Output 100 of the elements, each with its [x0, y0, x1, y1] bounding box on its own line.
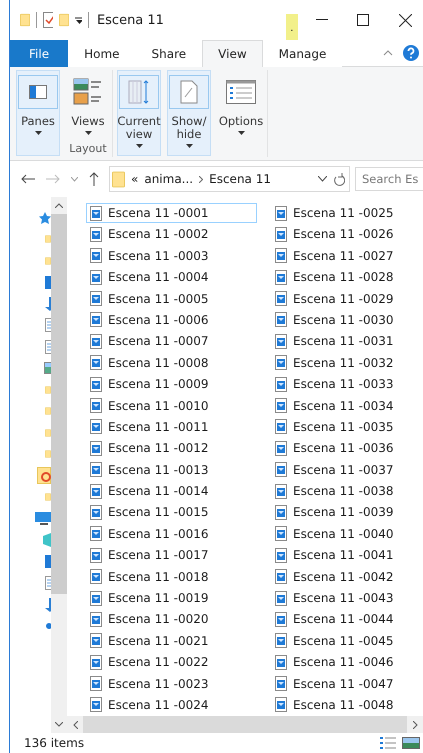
ribbon-tab[interactable]: Manage: [262, 40, 342, 67]
image-file-icon: [275, 334, 287, 349]
breadcrumb[interactable]: Escena 11: [209, 172, 271, 186]
file-item[interactable]: Escena 11 -0008: [86, 352, 257, 373]
image-file-icon: [90, 376, 102, 392]
file-item[interactable]: Escena 11 -0032: [271, 352, 423, 373]
file-item[interactable]: Escena 11 -0027: [271, 246, 423, 266]
file-item[interactable]: Escena 11 -0047: [271, 674, 423, 694]
dropdown-icon[interactable]: [75, 16, 82, 24]
file-item[interactable]: Escena 11 -0043: [271, 588, 423, 608]
image-file-icon: [90, 697, 102, 712]
file-item[interactable]: Escena 11 -0041: [271, 545, 423, 566]
book-icon[interactable]: [45, 555, 51, 568]
file-item[interactable]: Escena 11 -0017: [86, 545, 257, 566]
file-name: Escena 11 -0044: [293, 612, 394, 626]
ribbon-button[interactable]: Show/ hide: [167, 70, 211, 156]
help-icon[interactable]: [403, 45, 419, 61]
file-item[interactable]: Escena 11 -0029: [271, 288, 423, 309]
ribbon-button[interactable]: Panes: [16, 70, 60, 156]
file-item[interactable]: Escena 11 -0035: [271, 416, 423, 437]
file-name: Escena 11 -0023: [108, 676, 209, 691]
file-item[interactable]: Escena 11 -0023: [86, 674, 257, 694]
file-item[interactable]: Escena 11 -0012: [86, 438, 257, 458]
caret-right-icon: [412, 720, 418, 728]
file-item[interactable]: Escena 11 -0034: [271, 396, 423, 416]
file-name: Escena 11 -0010: [108, 398, 209, 413]
file-item[interactable]: Escena 11 -0001: [86, 203, 257, 223]
file-item[interactable]: Escena 11 -0040: [271, 524, 423, 544]
recent-dropdown-button[interactable]: [68, 176, 81, 182]
file-name: Escena 11 -0034: [293, 398, 394, 413]
file-item[interactable]: Escena 11 -0045: [271, 630, 423, 651]
breadcrumb[interactable]: anima...: [144, 172, 194, 186]
file-item[interactable]: Escena 11 -0004: [86, 267, 257, 288]
cloud-folder-icon[interactable]: [37, 467, 51, 484]
file-item[interactable]: Escena 11 -0037: [271, 460, 423, 480]
file-name: Escena 11 -0020: [108, 612, 209, 626]
file-item[interactable]: Escena 11 -0024: [86, 694, 257, 715]
file-item[interactable]: Escena 11 -0006: [86, 310, 257, 330]
file-item[interactable]: Escena 11 -0042: [271, 566, 423, 587]
collapse-ribbon-icon[interactable]: [383, 50, 393, 56]
image-file-icon: [275, 548, 287, 563]
file-item[interactable]: Escena 11 -0013: [86, 460, 257, 480]
file-item[interactable]: Escena 11 -0039: [271, 502, 423, 522]
file-item[interactable]: Escena 11 -0030: [271, 310, 423, 330]
star-icon[interactable]: [39, 212, 51, 224]
file-item[interactable]: Escena 11 -0046: [271, 652, 423, 672]
file-name: Escena 11 -0006: [108, 312, 209, 327]
file-name: Escena 11 -0036: [293, 441, 394, 456]
ribbon-tab[interactable]: View: [202, 40, 263, 67]
options-icon: [226, 80, 256, 104]
ribbon-button[interactable]: Options: [217, 70, 265, 140]
file-item[interactable]: Escena 11 -0019: [86, 588, 257, 608]
file-name: Escena 11 -0031: [293, 334, 394, 348]
image-file-icon: [90, 206, 102, 220]
file-item[interactable]: Escena 11 -0028: [271, 267, 423, 288]
network-icon[interactable]: [45, 623, 51, 630]
address-field[interactable]: « anima... Escena 11: [109, 166, 350, 192]
file-item[interactable]: Escena 11 -0044: [271, 609, 423, 630]
overflow-crumb[interactable]: «: [131, 172, 138, 186]
computer-icon[interactable]: [35, 512, 51, 526]
file-item[interactable]: Escena 11 -0010: [86, 396, 257, 416]
refresh-icon[interactable]: [333, 172, 345, 186]
file-item[interactable]: Escena 11 -0003: [86, 246, 257, 266]
file-item[interactable]: Escena 11 -0020: [86, 609, 257, 630]
properties-icon[interactable]: [42, 12, 54, 28]
details-view-button[interactable]: [377, 737, 399, 749]
file-name: Escena 11 -0003: [108, 248, 209, 263]
file-item[interactable]: Escena 11 -0038: [271, 481, 423, 502]
file-name: Escena 11 -0042: [293, 570, 394, 584]
file-item[interactable]: Escena 11 -0009: [86, 374, 257, 394]
ribbon-button[interactable]: Current view: [117, 70, 161, 156]
file-item[interactable]: Escena 11 -0002: [86, 224, 257, 244]
file-item[interactable]: Escena 11 -0015: [86, 502, 257, 522]
search-field[interactable]: Search Es: [355, 167, 423, 191]
file-item[interactable]: Escena 11 -0036: [271, 438, 423, 458]
book-icon[interactable]: [45, 276, 51, 289]
file-item[interactable]: Escena 11 -0026: [271, 224, 423, 244]
file-item[interactable]: Escena 11 -0021: [86, 630, 257, 651]
dropdown-icon[interactable]: [318, 176, 327, 182]
file-item[interactable]: Escena 11 -0014: [86, 481, 257, 502]
file-item[interactable]: Escena 11 -0022: [86, 652, 257, 672]
file-item[interactable]: Escena 11 -0033: [271, 374, 423, 394]
file-name: Escena 11 -0037: [293, 462, 394, 477]
file-name: Escena 11 -0017: [108, 548, 209, 562]
minimize-icon: [316, 19, 328, 21]
file-item[interactable]: Escena 11 -0005: [86, 288, 257, 309]
ribbon-button[interactable]: Views: [66, 70, 110, 140]
large-icons-view-button[interactable]: [399, 737, 423, 749]
file-name: Escena 11 -0013: [108, 462, 209, 477]
file-item[interactable]: Escena 11 -0048: [271, 694, 423, 715]
file-item[interactable]: Escena 11 -0018: [86, 566, 257, 587]
file-item[interactable]: Escena 11 -0016: [86, 524, 257, 544]
file-name: Escena 11 -0045: [293, 634, 394, 648]
caret-up-icon: [55, 203, 63, 208]
file-item[interactable]: Escena 11 -0007: [86, 331, 257, 352]
caret-down-icon: [55, 722, 63, 727]
file-tab[interactable]: File: [10, 40, 68, 67]
file-item[interactable]: Escena 11 -0011: [86, 416, 257, 437]
file-item[interactable]: Escena 11 -0031: [271, 331, 423, 352]
file-item[interactable]: Escena 11 -0025: [271, 203, 423, 223]
